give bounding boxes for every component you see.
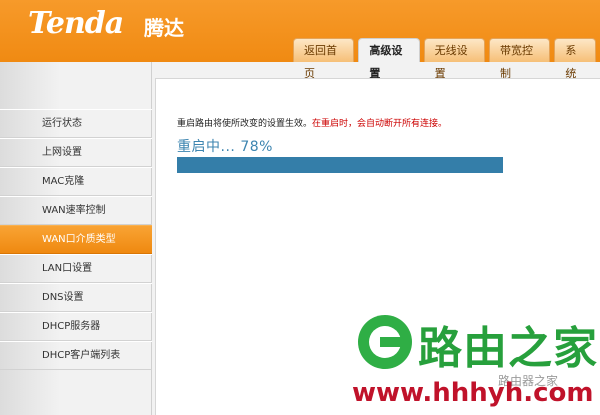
watermark-name: 路由之家 [418, 323, 598, 374]
sidebar-item-dhcp-server[interactable]: DHCP服务器 [0, 312, 152, 341]
progress-value: 78% [240, 139, 273, 155]
tab-system[interactable]: 系统 [554, 38, 596, 80]
tab-wireless[interactable]: 无线设置 [423, 38, 485, 80]
reboot-warning-text: 在重启时，会自动断开所有连接。 [312, 119, 448, 129]
progress-label: 重启中... [177, 139, 236, 155]
header-bar: Tenda 腾达 返回首页 高级设置 无线设置 带宽控制 系统 [0, 0, 600, 80]
watermark-url: www.hhhyh.com [352, 378, 594, 408]
tenda-logo: Tenda [28, 6, 124, 41]
progress-text: 重启中... 78% [177, 136, 273, 156]
reboot-notice-text: 重启路由将使所改变的设置生效。 [177, 119, 313, 129]
sidebar-item-dhcp-clients[interactable]: DHCP客户端列表 [0, 341, 152, 370]
progress-bar-fill [177, 157, 503, 173]
sidebar: 运行状态 上网设置 MAC克隆 WAN速率控制 WAN口介质类型 LAN口设置 … [0, 62, 152, 415]
sidebar-item-mac-clone[interactable]: MAC克隆 [0, 167, 152, 196]
reboot-notice: 重启路由将使所改变的设置生效。在重启时，会自动断开所有连接。 [177, 116, 447, 129]
sidebar-item-wan-media[interactable]: WAN口介质类型 [0, 225, 152, 254]
tab-advanced[interactable]: 高级设置 [358, 38, 420, 80]
sidebar-item-status[interactable]: 运行状态 [0, 109, 152, 138]
sidebar-item-wan-setup[interactable]: 上网设置 [0, 138, 152, 167]
progress-bar [177, 157, 503, 173]
sidebar-item-dns[interactable]: DNS设置 [0, 283, 152, 312]
sidebar-item-wan-speed[interactable]: WAN速率控制 [0, 196, 152, 225]
tab-home[interactable]: 返回首页 [293, 38, 355, 80]
watermark-logo-icon [358, 315, 412, 369]
top-tabs: 返回首页 高级设置 无线设置 带宽控制 系统 [293, 38, 600, 80]
tenda-logo-cn: 腾达 [144, 16, 184, 40]
tab-bandwidth[interactable]: 带宽控制 [488, 38, 551, 80]
sidebar-item-lan[interactable]: LAN口设置 [0, 254, 152, 283]
